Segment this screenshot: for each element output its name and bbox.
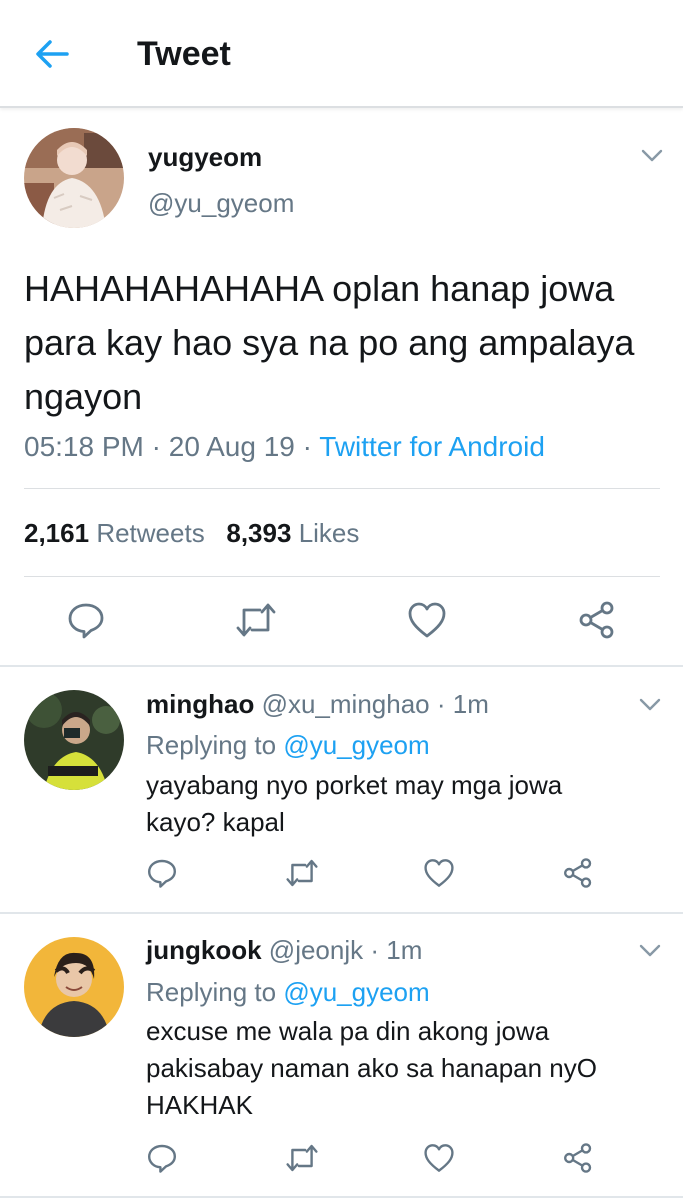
author-name[interactable]: yugyeom [148, 142, 262, 172]
replying-to: Replying to @yu_gyeom [146, 976, 430, 1008]
reply-time: 1m [452, 689, 489, 719]
tweet-text: HAHAHAHAHAHA oplan hanap jowa para kay h… [24, 268, 635, 417]
retweet-button[interactable] [231, 595, 281, 645]
chevron-down-icon [639, 698, 661, 711]
section-separator [0, 665, 683, 667]
arrow-left-icon [36, 40, 69, 68]
retweet-icon [236, 603, 276, 637]
reply-author-name[interactable]: minghao [146, 689, 254, 719]
reply-button[interactable] [137, 1133, 187, 1183]
avatar[interactable] [24, 128, 124, 228]
meta-separator: · [294, 431, 320, 462]
reply-icon [148, 859, 176, 888]
retweet-button[interactable] [277, 1133, 327, 1183]
reply-author-handle[interactable]: @xu_minghao [262, 689, 430, 719]
tweet-menu-button[interactable] [636, 695, 664, 715]
share-button[interactable] [553, 1133, 603, 1183]
reply-button[interactable] [137, 848, 187, 898]
reply-time: 1m [386, 935, 423, 965]
likes-label: Likes [298, 518, 360, 548]
meta-separator: · [143, 431, 169, 462]
section-separator [0, 1196, 683, 1198]
reply-icon [148, 1144, 176, 1173]
replying-to-handle[interactable]: @yu_gyeom [283, 977, 429, 1007]
share-button[interactable] [572, 595, 622, 645]
replying-to-handle[interactable]: @yu_gyeom [283, 730, 429, 760]
reply-author-handle[interactable]: @jeonjk [269, 935, 363, 965]
heart-icon [424, 1144, 454, 1172]
reply-text: yayabang nyo porket may mga jowa kayo? k… [146, 770, 563, 837]
author-handle[interactable]: @yu_gyeom [148, 188, 294, 218]
reply-icon [68, 603, 104, 639]
tweet-time: 05:18 PM [24, 431, 144, 462]
replying-to: Replying to @yu_gyeom [146, 729, 430, 761]
share-icon [564, 858, 592, 888]
reply-button[interactable] [61, 595, 111, 645]
retweets-label: Retweets [96, 518, 205, 548]
avatar[interactable] [24, 937, 124, 1037]
tweet-menu-button[interactable] [638, 146, 666, 166]
replying-label: Replying to [146, 977, 277, 1007]
retweet-button[interactable] [277, 848, 327, 898]
chevron-down-icon [639, 944, 661, 957]
reply-text: excuse me wala pa din akong jowa pakisab… [146, 1016, 597, 1120]
share-icon [579, 601, 614, 639]
like-button[interactable] [414, 848, 464, 898]
meta-separator: · [429, 689, 453, 719]
section-separator [0, 912, 683, 914]
retweets-stat[interactable]: 2,161 Retweets [24, 518, 205, 548]
retweets-count: 2,161 [24, 518, 90, 548]
like-button[interactable] [414, 1133, 464, 1183]
share-button[interactable] [553, 848, 603, 898]
divider [24, 488, 660, 489]
heart-icon [408, 602, 446, 638]
reply-author-name[interactable]: jungkook [146, 935, 262, 965]
heart-icon [424, 859, 454, 887]
share-icon [564, 1143, 592, 1173]
tweet-stats: 2,161 Retweets 8,393 Likes [24, 517, 359, 549]
tweet-date: 20 Aug 19 [168, 431, 295, 462]
like-button[interactable] [402, 595, 452, 645]
reply-header: minghao @xu_minghao · 1m [146, 688, 489, 720]
chevron-down-icon [641, 149, 663, 162]
top-bar [0, 0, 683, 108]
back-button[interactable] [30, 34, 74, 74]
retweet-icon [286, 1144, 318, 1172]
meta-separator: · [363, 935, 387, 965]
tweet-source-link[interactable]: Twitter for Android [319, 431, 545, 462]
tweet-meta: 05:18 PM · 20 Aug 19 · Twitter for Andro… [24, 430, 545, 464]
likes-count: 8,393 [226, 518, 292, 548]
replying-label: Replying to [146, 730, 277, 760]
page-title: Tweet [137, 35, 231, 73]
retweet-icon [286, 859, 318, 887]
reply-header: jungkook @jeonjk · 1m [146, 934, 422, 966]
divider [24, 576, 660, 577]
tweet-menu-button[interactable] [636, 941, 664, 961]
likes-stat[interactable]: 8,393 Likes [226, 518, 359, 548]
avatar[interactable] [24, 690, 124, 790]
